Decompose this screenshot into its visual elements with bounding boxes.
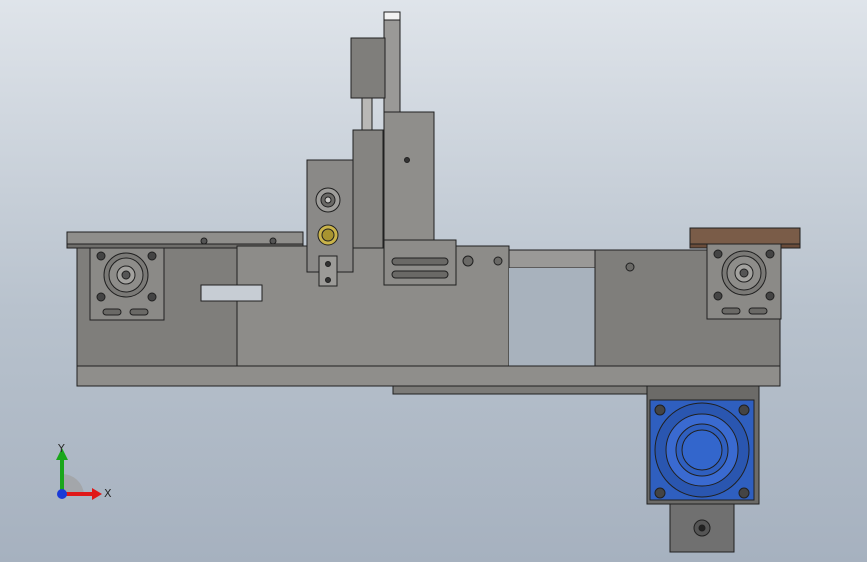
graphics-viewport[interactable]: Y X xyxy=(0,0,867,562)
bolt xyxy=(713,291,723,301)
motor-bolt xyxy=(654,404,666,416)
carriage xyxy=(383,111,435,243)
bolt xyxy=(765,291,775,301)
coordinate-triad xyxy=(56,448,102,500)
bolt xyxy=(96,251,106,261)
left-flange-slot-1 xyxy=(102,308,122,316)
top-rail-right xyxy=(508,249,600,269)
slide-rail-top xyxy=(383,11,401,21)
x-arrow xyxy=(92,488,102,500)
bolt xyxy=(765,249,775,259)
screw xyxy=(462,255,474,267)
slot-left xyxy=(200,284,263,302)
right-flange-slot-1 xyxy=(721,307,741,315)
cylinder-body xyxy=(350,37,386,99)
triad-x-label: X xyxy=(104,487,112,500)
carriage-slot-2 xyxy=(391,270,449,279)
carriage-slot-1 xyxy=(391,257,449,266)
guide-block xyxy=(352,129,384,249)
main-body-center-open xyxy=(509,268,595,366)
slide-rail xyxy=(383,13,401,127)
top-plate-left xyxy=(66,231,304,245)
connector-box xyxy=(306,159,354,273)
motor-bolt xyxy=(738,404,750,416)
cylinder-rod xyxy=(361,97,373,133)
top-plate-right xyxy=(689,227,801,245)
z-axis-dot xyxy=(57,489,67,499)
bolt xyxy=(147,292,157,302)
bolt xyxy=(147,251,157,261)
left-flange-slot-2 xyxy=(129,308,149,316)
screw xyxy=(493,256,503,266)
motor-bolt xyxy=(738,487,750,499)
cad-model-view[interactable] xyxy=(0,0,867,562)
motor-bolt xyxy=(654,487,666,499)
base-plate xyxy=(76,365,781,387)
bolt xyxy=(96,292,106,302)
right-flange-slot-2 xyxy=(748,307,768,315)
triad-y-label: Y xyxy=(58,442,65,455)
bolt xyxy=(713,249,723,259)
